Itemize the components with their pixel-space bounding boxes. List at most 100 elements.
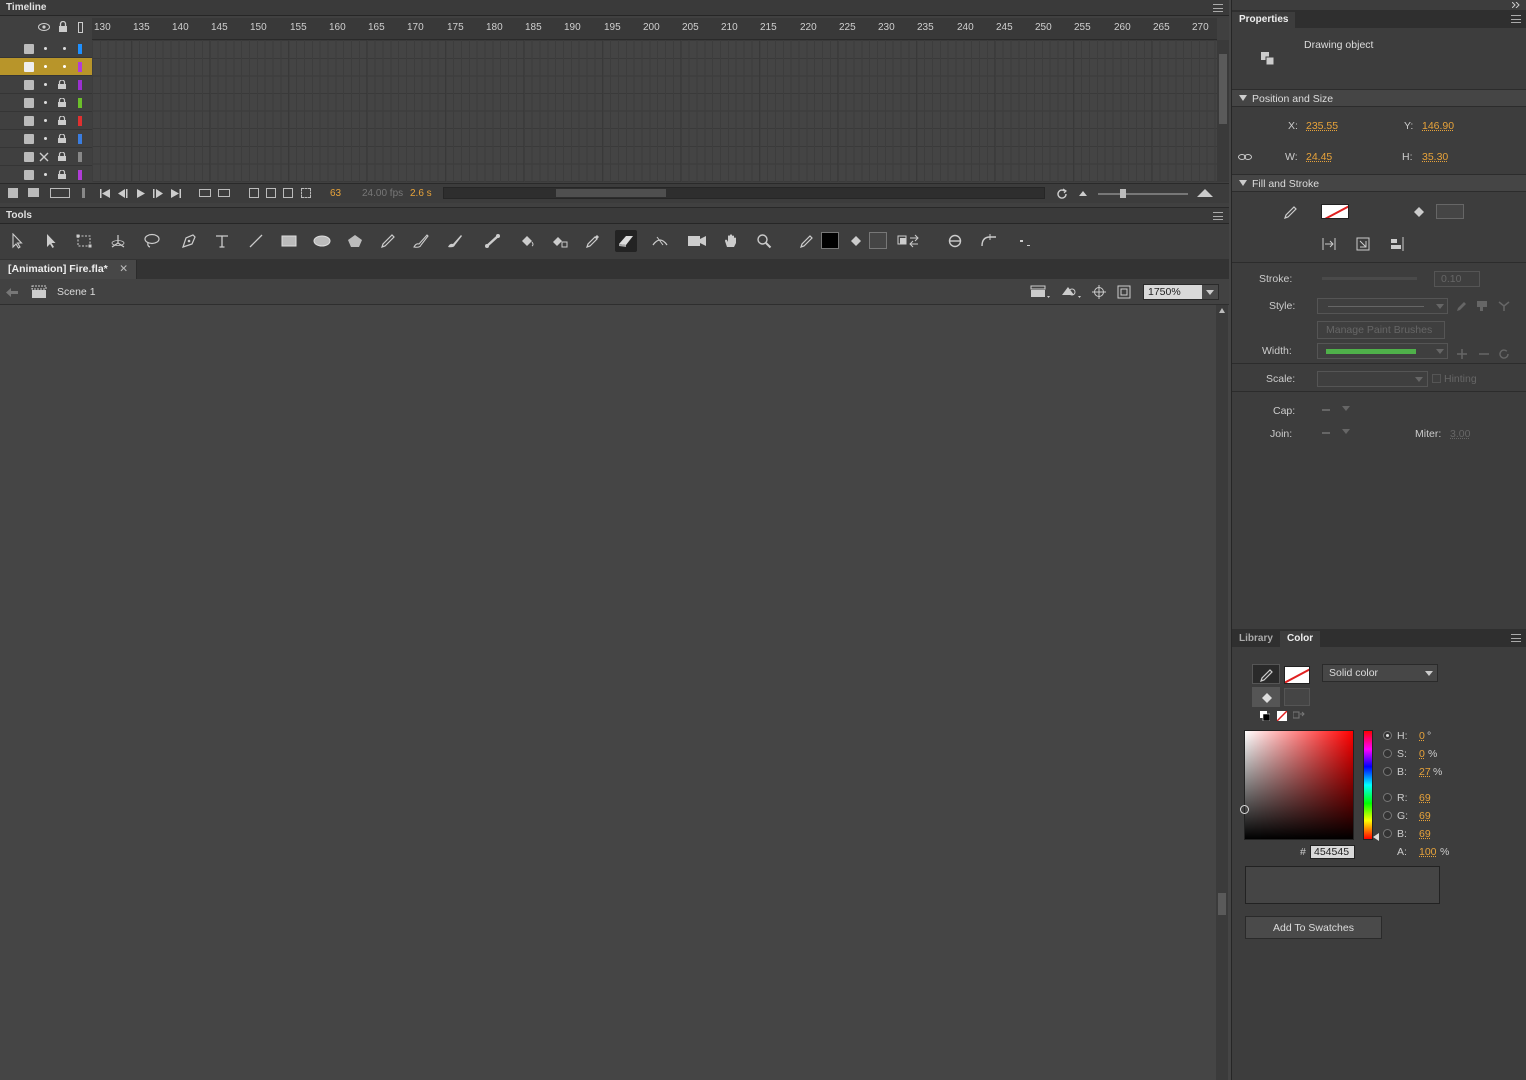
visibility-dot[interactable] [44,47,47,50]
x-value[interactable]: 235.55 [1306,120,1338,132]
visibility-dot[interactable] [44,65,47,68]
picker-cursor[interactable] [1240,805,1249,814]
stroke-input[interactable]: 0.10 [1434,271,1480,287]
onion-outline-icon[interactable] [266,188,276,198]
pen-tool-icon[interactable] [178,230,200,252]
layer-color-swatch[interactable] [78,134,82,144]
fill-color-swatch[interactable] [1284,688,1310,706]
layer-row[interactable] [0,94,92,112]
visibility-dot[interactable] [44,137,47,140]
r-radio[interactable] [1383,793,1392,802]
h-radio[interactable] [1383,731,1392,740]
r-value[interactable]: 69 [1419,792,1431,804]
pencil-tool-icon[interactable] [377,230,399,252]
prev-frame-icon[interactable] [118,189,128,198]
onion-skin-icon[interactable] [249,188,259,198]
blue-value[interactable]: 69 [1419,828,1431,840]
panel-menu-icon[interactable] [1213,4,1223,12]
frame-size-slider[interactable] [1098,189,1188,198]
reset-icon[interactable] [1498,348,1510,360]
hex-input[interactable]: 454545 [1310,845,1355,859]
camera-tool-icon[interactable] [686,230,708,252]
onion-markers-icon[interactable] [301,188,311,198]
clip-stage-icon[interactable] [1117,285,1131,299]
hue-slider[interactable] [1363,730,1373,840]
minus-icon[interactable] [1478,348,1490,360]
tab-properties[interactable]: Properties [1232,12,1296,28]
eraser-tool-icon[interactable] [615,230,637,252]
hand-tool-icon[interactable] [720,230,742,252]
line-tool-icon[interactable] [245,230,267,252]
panel-menu-icon[interactable] [1511,15,1521,23]
lock-dot[interactable] [63,65,66,68]
lock-icon[interactable] [58,170,66,179]
first-frame-icon[interactable] [100,189,110,198]
stroke-mode-button[interactable] [1252,664,1280,684]
layer-color-swatch[interactable] [78,62,82,72]
layer-row[interactable] [0,130,92,148]
fill-mode-button[interactable] [1252,687,1280,707]
subselection-tool-icon[interactable] [40,230,62,252]
stroke-color-swatch[interactable] [1284,666,1310,684]
layer-row-active[interactable] [0,58,92,76]
close-icon[interactable]: ✕ [119,263,128,275]
zoom-select[interactable]: 1750% [1143,284,1219,300]
chevron-down-icon[interactable] [1202,285,1218,299]
chevron-down-icon[interactable] [1342,406,1350,411]
stage-canvas[interactable] [0,305,1216,1080]
eye-icon[interactable] [38,22,50,32]
hscroll-thumb[interactable] [556,189,666,197]
g-radio[interactable] [1383,811,1392,820]
scroll-up-icon[interactable] [1219,308,1225,313]
brush-library-icon[interactable] [1476,300,1488,312]
lock-icon[interactable] [58,134,66,143]
more-tools-icon[interactable] [1012,230,1034,252]
brush-settings-icon[interactable] [1498,300,1510,312]
object-drawing-icon[interactable] [1322,237,1336,251]
lock-icon[interactable] [58,21,68,33]
layer-color-swatch[interactable] [78,116,82,126]
position-size-section[interactable]: Position and Size [1232,89,1526,107]
alpha-value[interactable]: 100 [1419,846,1437,858]
slider-knob[interactable] [1120,189,1126,198]
default-colors-icon[interactable] [1260,711,1270,721]
smooth-icon[interactable] [978,230,1000,252]
selection-tool-icon[interactable] [6,230,28,252]
current-frame[interactable]: 63 [330,188,341,199]
zoom-tool-icon[interactable] [753,230,775,252]
width-select[interactable] [1317,343,1448,359]
paint-brush-tool-icon[interactable] [410,230,432,252]
new-folder-icon[interactable] [28,188,39,197]
timeline-hscrollbar[interactable] [443,187,1045,199]
frame-grid[interactable] [92,40,1217,182]
back-arrow-icon[interactable] [6,288,18,297]
loop-icon[interactable] [199,189,211,197]
center-frame-icon[interactable] [218,189,230,197]
cap-select[interactable] [1322,409,1330,411]
y-value[interactable]: 146.90 [1422,120,1454,132]
rectangle-tool-icon[interactable] [278,230,300,252]
lock-dot[interactable] [63,47,66,50]
snap-icon[interactable] [944,230,966,252]
swap-colors-icon[interactable] [897,230,919,252]
tab-color[interactable]: Color [1280,631,1321,647]
visibility-dot[interactable] [44,119,47,122]
plus-icon[interactable] [1456,348,1468,360]
width-tool-icon[interactable] [649,230,671,252]
oval-tool-icon[interactable] [311,230,333,252]
layer-row[interactable] [0,148,92,166]
miter-value[interactable]: 3.00 [1450,428,1470,440]
tab-library[interactable]: Library [1232,631,1280,647]
w-value[interactable]: 24.45 [1306,151,1332,163]
color-picker-field[interactable] [1240,730,1354,840]
fill-color-swatch[interactable] [869,232,887,249]
align-icon[interactable] [1390,237,1406,251]
stroke-pencil-icon[interactable] [796,230,818,252]
frame-ruler[interactable]: 130 135 140 145 150 155 160 165 170 175 … [92,18,1217,40]
timeline-vscrollbar[interactable] [1217,40,1229,182]
scroll-thumb[interactable] [1218,893,1226,915]
b-radio[interactable] [1383,767,1392,776]
layer-color-swatch[interactable] [78,98,82,108]
scale-select[interactable] [1317,371,1428,387]
manage-paint-brushes-button[interactable]: Manage Paint Brushes [1317,321,1445,339]
